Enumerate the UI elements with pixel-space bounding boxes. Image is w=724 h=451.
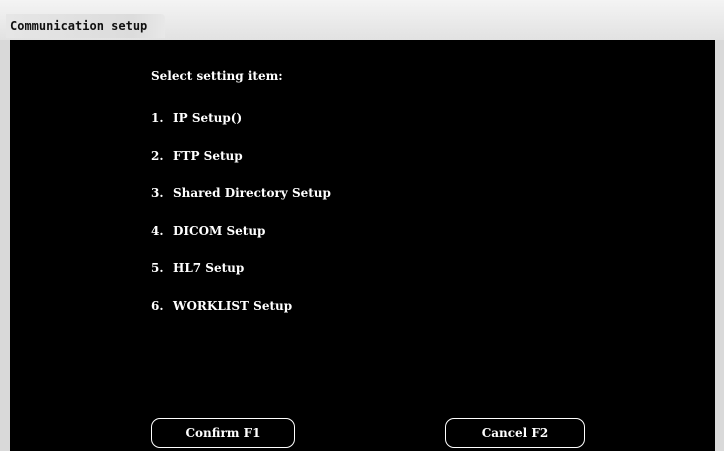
menu-item-ftp-setup[interactable]: 2. FTP Setup — [151, 146, 331, 184]
menu-item-number: 2. — [151, 148, 164, 163]
confirm-button[interactable]: Confirm F1 — [151, 418, 295, 448]
menu-item-number: 3. — [151, 186, 164, 200]
menu-item-dicom-setup[interactable]: 4. DICOM Setup — [151, 221, 331, 259]
menu-item-label: FTP Setup — [173, 148, 243, 163]
settings-menu: Select setting item: 1. IP Setup() 2. FTP … — [151, 66, 331, 313]
menu-item-number: 4. — [151, 223, 164, 238]
menu-item-label: Shared Directory Setup — [173, 186, 331, 200]
window-title: Communication setup — [6, 14, 166, 38]
menu-item-label: IP Setup() — [173, 111, 243, 125]
menu-heading: Select setting item: — [151, 69, 283, 83]
menu-item-number: 1. — [151, 111, 164, 125]
menu-item-ip-setup[interactable]: 1. IP Setup() — [151, 108, 331, 146]
settings-panel: Select setting item: 1. IP Setup() 2. FTP … — [10, 40, 715, 451]
menu-item-label: WORKLIST Setup — [173, 298, 293, 313]
menu-item-worklist-setup[interactable]: 6. WORKLIST Setup — [151, 296, 331, 334]
menu-item-label: DICOM Setup — [173, 223, 266, 238]
menu-item-label: HL7 Setup — [173, 261, 245, 275]
setting-items-list: 1. IP Setup() 2. FTP Setup 3. Shared Direct… — [151, 108, 331, 333]
title-bar: Communication setup — [0, 0, 724, 40]
menu-item-hl7-setup[interactable]: 5. HL7 Setup — [151, 258, 331, 296]
cancel-button[interactable]: Cancel F2 — [445, 418, 585, 448]
menu-item-number: 6. — [151, 298, 164, 313]
menu-item-shared-directory-setup[interactable]: 3. Shared Directory Setup — [151, 183, 331, 221]
communication-setup-window: Communication setup Select setting item:… — [0, 0, 724, 451]
menu-item-number: 5. — [151, 261, 164, 275]
